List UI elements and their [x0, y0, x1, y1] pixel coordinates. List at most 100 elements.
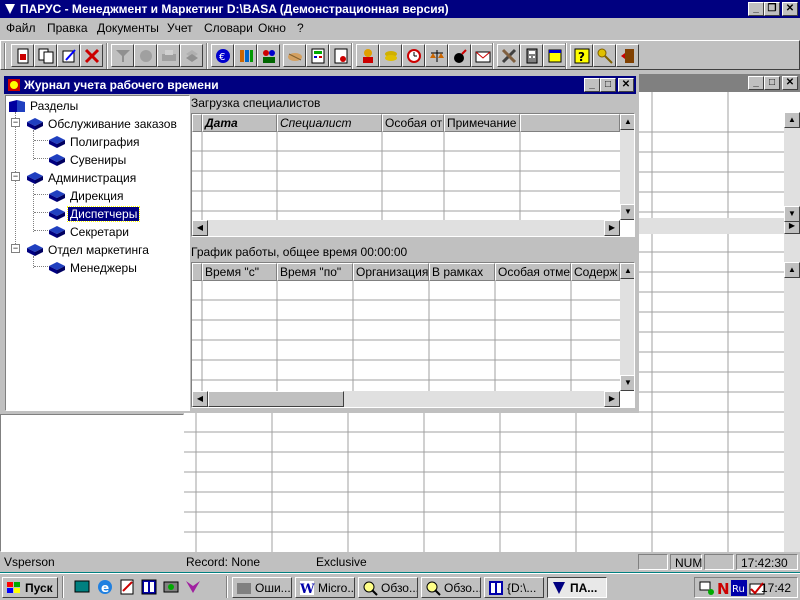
- scroll-up-button[interactable]: ▲: [620, 114, 634, 130]
- svg-text:€: €: [219, 52, 225, 63]
- menu-accounting[interactable]: Учет: [167, 21, 193, 35]
- tools-icon[interactable]: [497, 44, 520, 67]
- language-ru-icon[interactable]: Ru: [731, 580, 747, 596]
- lower-grid-vscrollbar[interactable]: ▲ ▼: [620, 263, 634, 391]
- upper-grid-vscrollbar[interactable]: ▲ ▼: [620, 114, 634, 220]
- internet-explorer-icon[interactable]: e: [96, 578, 114, 596]
- column-header-special-mark[interactable]: Особая отме: [495, 263, 571, 281]
- menu-edit[interactable]: Правка: [47, 21, 88, 35]
- users-icon[interactable]: [356, 44, 379, 67]
- bomb-icon[interactable]: [448, 44, 471, 67]
- book-icon: [49, 154, 65, 166]
- bg-upper-hscrollbar[interactable]: [639, 218, 800, 234]
- reset-filter-icon[interactable]: [134, 44, 157, 67]
- book-icon: [27, 244, 43, 256]
- filter-icon[interactable]: [111, 44, 134, 67]
- bg-minimize-button[interactable]: _: [748, 76, 764, 90]
- bg-lower-scroll-up-button[interactable]: ▲: [784, 262, 800, 278]
- coins-icon[interactable]: [379, 44, 402, 67]
- column-header-time-to[interactable]: Время "по": [277, 263, 353, 281]
- scroll-left-button[interactable]: ◀: [192, 391, 208, 407]
- clock-icon[interactable]: [402, 44, 425, 67]
- restore-button[interactable]: ❐: [764, 2, 780, 16]
- scroll-thumb[interactable]: [208, 391, 344, 407]
- child-minimize-button[interactable]: _: [584, 78, 600, 92]
- start-button[interactable]: Пуск: [2, 577, 58, 598]
- bg-scroll-up-button[interactable]: ▲: [784, 112, 800, 128]
- copy-record-icon[interactable]: [34, 44, 57, 67]
- scales-icon[interactable]: [425, 44, 448, 67]
- image-viewer-icon[interactable]: [162, 578, 180, 596]
- parus-icon: [553, 582, 565, 594]
- upper-grid-hscrollbar[interactable]: ◀ ▶: [192, 220, 620, 236]
- collapse-toggle[interactable]: −: [11, 244, 20, 253]
- scroll-left-button[interactable]: ◀: [192, 220, 208, 236]
- print-icon[interactable]: [157, 44, 180, 67]
- currency-icon[interactable]: €: [211, 44, 234, 67]
- column-header-note[interactable]: Примечание: [444, 114, 520, 132]
- filemanager-icon[interactable]: [140, 578, 158, 596]
- task-button-2[interactable]: W Micro...: [295, 577, 355, 598]
- upper-panel-label: Загрузка специалистов: [191, 96, 321, 110]
- task-button-active[interactable]: ПА...: [547, 577, 607, 598]
- collapse-toggle[interactable]: −: [11, 118, 20, 127]
- scroll-down-button[interactable]: ▼: [620, 375, 634, 391]
- menu-window[interactable]: Окно: [258, 21, 286, 35]
- scroll-up-button[interactable]: ▲: [620, 263, 634, 279]
- column-header-time-from[interactable]: Время "с": [202, 263, 277, 281]
- help-icon[interactable]: ?: [570, 44, 593, 67]
- menu-dictionaries[interactable]: Словари: [204, 21, 253, 35]
- stack-icon[interactable]: [180, 44, 203, 67]
- column-header-specialist[interactable]: Специалист: [277, 114, 382, 132]
- child-close-button[interactable]: ✕: [618, 78, 634, 92]
- menu-file[interactable]: Файл: [6, 21, 36, 35]
- task-button-1[interactable]: Оши...: [232, 577, 292, 598]
- key-icon[interactable]: [593, 44, 616, 67]
- notepad-icon[interactable]: [118, 578, 136, 596]
- minimize-button[interactable]: _: [748, 2, 764, 16]
- handshake-icon[interactable]: [283, 44, 306, 67]
- calculator-icon[interactable]: [520, 44, 543, 67]
- calendar-icon[interactable]: [543, 44, 566, 67]
- child-titlebar[interactable]: Журнал учета рабочего времени _ □ ✕: [4, 76, 636, 94]
- lower-grid-hscrollbar[interactable]: ◀ ▶: [192, 391, 620, 407]
- column-header-date[interactable]: Дата: [202, 114, 277, 132]
- edit-record-icon[interactable]: [57, 44, 80, 67]
- task-button-4[interactable]: Обзо...: [421, 577, 481, 598]
- specialists-load-grid[interactable]: Дата Специалист Особая от Примечание ▲ ▼…: [191, 113, 635, 237]
- bg-maximize-button[interactable]: □: [764, 76, 780, 90]
- mail-icon[interactable]: [471, 44, 494, 67]
- app-titlebar[interactable]: ПАРУС - Менеджмент и Маркетинг D:\BASA (…: [0, 0, 800, 18]
- network-status-icon[interactable]: [699, 580, 715, 596]
- new-record-icon[interactable]: [11, 44, 34, 67]
- delete-record-icon[interactable]: [80, 44, 103, 67]
- collapse-toggle[interactable]: −: [11, 172, 20, 181]
- task-button-3[interactable]: Обзо...: [358, 577, 418, 598]
- work-schedule-grid[interactable]: Время "с" Время "по" Организация В рамка…: [191, 262, 635, 408]
- bg-scroll-down-button[interactable]: ▼: [784, 206, 800, 222]
- menu-help[interactable]: ?: [297, 21, 304, 35]
- scroll-right-button[interactable]: ▶: [604, 220, 620, 236]
- task-button-5[interactable]: {D:\...: [484, 577, 544, 598]
- show-desktop-icon[interactable]: [74, 578, 92, 596]
- bg-close-button[interactable]: ✕: [782, 76, 798, 90]
- column-header-content[interactable]: Содерж: [571, 263, 620, 281]
- menu-documents[interactable]: Документы: [97, 21, 159, 35]
- task-label: Micro...: [318, 581, 355, 595]
- child-maximize-button[interactable]: □: [600, 78, 616, 92]
- column-header-within[interactable]: В рамках: [429, 263, 495, 281]
- book-icon: [49, 190, 65, 202]
- column-header-organization[interactable]: Организация: [353, 263, 429, 281]
- norton-n-icon[interactable]: N: [717, 580, 731, 596]
- calculator-doc-icon[interactable]: [306, 44, 329, 67]
- network-icon[interactable]: [184, 578, 202, 596]
- exit-door-icon[interactable]: [616, 44, 639, 67]
- sections-tree[interactable]: Разделы − Обслуживание заказов Полиграфи…: [5, 95, 190, 411]
- scroll-right-button[interactable]: ▶: [604, 391, 620, 407]
- close-button[interactable]: ✕: [782, 2, 798, 16]
- people-icon[interactable]: [257, 44, 280, 67]
- column-header-special-mark[interactable]: Особая от: [382, 114, 444, 132]
- scroll-down-button[interactable]: ▼: [620, 204, 634, 220]
- books-icon[interactable]: [234, 44, 257, 67]
- document-stamp-icon[interactable]: [329, 44, 352, 67]
